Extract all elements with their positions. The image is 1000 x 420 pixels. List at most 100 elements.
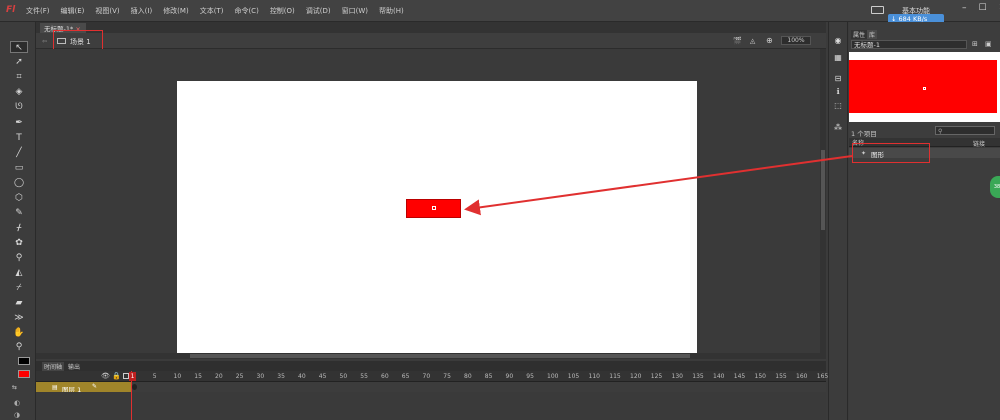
frame-tick: 105 [567,373,580,380]
menu-modify[interactable]: 修改(M) [163,6,189,16]
free-transform-icon[interactable]: ⌗ [10,71,28,83]
menu-insert[interactable]: 插入(I) [131,6,153,16]
tab-output[interactable]: 输出 [68,362,80,371]
paint-bucket-icon[interactable]: ◭ [10,267,28,279]
swap-colors-icon[interactable]: ⇆ [12,384,26,391]
back-arrow-icon[interactable]: ⇦ [42,38,47,45]
text-icon[interactable]: T [10,132,28,144]
maximize-button[interactable]: ☐ [979,3,987,13]
menu-control[interactable]: 控制(O) [270,6,295,16]
library-search-input[interactable]: ⚲ [935,126,995,135]
menu-edit[interactable]: 编辑(E) [61,6,85,16]
eyedropper-icon[interactable]: ⌿ [10,282,28,294]
width-icon[interactable]: ≫ [10,312,28,324]
horizontal-scroll-thumb[interactable] [190,354,690,358]
frame-tick: 110 [588,373,600,380]
frame-tick: 20 [215,373,223,380]
bone-icon[interactable]: ⚲ [10,252,28,264]
delete-layer-icon[interactable]: ◑ [14,411,20,419]
transform-point [432,206,436,210]
frame-tick: 75 [443,373,451,380]
pencil-edit-icon: ✎ [92,383,98,390]
frame-tick: 25 [235,373,244,380]
3d-rotation-icon[interactable]: ◈ [10,86,28,98]
playhead-frame[interactable]: 1 [129,372,136,381]
frame-tick: 5 [152,373,157,380]
sync-settings-icon[interactable] [871,6,884,14]
swatches-panel-icon[interactable]: ▦ [833,53,843,63]
timeline-tab-bar [36,361,826,371]
edit-scene-icon[interactable]: 🎬 [733,37,742,45]
add-layer-icon[interactable]: ◐ [14,399,20,407]
transform-panel-icon[interactable]: ⬚ [833,101,843,111]
line-icon[interactable]: ╱ [10,147,28,159]
frame-tick: 155 [775,373,787,380]
vertical-scroll-thumb[interactable] [821,150,825,230]
color-panel-icon[interactable]: ◉ [833,36,843,46]
lock-icon[interactable]: 🔒 [112,372,121,380]
zoom-select[interactable]: 100% [781,36,811,45]
edit-symbol-icon[interactable]: ◬ [750,37,755,45]
frame-tick: 35 [277,373,285,380]
polystar-icon[interactable]: ⬡ [10,192,28,204]
frame-tick: 55 [360,373,368,380]
frame-tick: 95 [526,373,534,380]
frame-tick: 125 [650,373,663,380]
tab-library[interactable]: 库 [867,30,878,39]
document-tab-bar [36,22,826,33]
pin-icon[interactable]: ⊞ [972,40,978,48]
components-panel-icon[interactable]: ⁂ [833,123,843,133]
deco-icon[interactable]: ✿ [10,237,28,249]
frame-tick: 135 [692,373,704,380]
frame-tick: 65 [401,373,410,380]
eye-icon[interactable]: 👁 [101,372,110,380]
keyframe[interactable] [132,384,137,390]
menu-help[interactable]: 帮助(H) [379,6,404,16]
hand-icon[interactable]: ✋ [10,327,28,339]
fill-color-swatch[interactable] [18,370,30,378]
frame-tick: 90 [505,373,514,380]
side-floating-badge[interactable]: 38 [990,176,1000,198]
app-logo: Fl [6,5,16,15]
layer-row[interactable] [36,382,132,392]
info-panel-icon[interactable]: ℹ [833,87,843,97]
frame-tick: 60 [381,373,389,380]
document-select[interactable]: 无标题-1 [851,40,967,49]
rectangle-icon[interactable]: ▭ [10,162,28,174]
pencil-icon[interactable]: ✎ [10,207,28,219]
frame-tick: 100 [547,373,559,380]
menu-debug[interactable]: 调试(D) [306,6,331,16]
frame-tick: 165 [816,373,829,380]
frame-tick: 140 [713,373,725,380]
menu-view[interactable]: 视图(V) [95,6,119,16]
align-panel-icon[interactable]: ⊟ [833,74,843,84]
frame-tick: 85 [484,373,493,380]
window-controls: – ☐ ✕ [962,3,1000,13]
eraser-icon[interactable]: ▰ [10,297,28,309]
brush-icon[interactable]: ᚋ [10,222,28,234]
menu-commands[interactable]: 命令(C) [234,6,258,16]
library-annotation-box [852,143,930,163]
frame-tick: 115 [609,373,621,380]
center-stage-icon[interactable]: ⊕ [766,36,773,45]
oval-icon[interactable]: ◯ [10,177,28,189]
new-library-icon[interactable]: ▣ [985,40,992,48]
minimize-button[interactable]: – [962,3,967,13]
stroke-color-swatch[interactable] [18,357,30,365]
zoom-icon[interactable]: ⚲ [10,341,28,353]
preview-registration-point [923,87,926,90]
tab-timeline[interactable]: 时间轴 [42,362,65,371]
menu-window[interactable]: 窗口(W) [342,6,368,16]
menu-file[interactable]: 文件(F) [26,6,50,16]
lasso-icon[interactable]: ᘎ [10,101,28,113]
menu-text[interactable]: 文本(T) [200,6,224,16]
selection-icon[interactable]: ↖ [10,41,28,53]
frame-tick: 40 [298,373,306,380]
pen-icon[interactable]: ✒ [10,117,28,129]
subselect-icon[interactable]: ➚ [10,56,28,68]
tab-properties[interactable]: 属性 [851,30,868,39]
frame-tick: 30 [256,373,265,380]
layer-icon: ▤ [52,384,58,391]
frame-area[interactable] [132,382,826,392]
column-linkage[interactable]: 链接 [973,139,985,148]
